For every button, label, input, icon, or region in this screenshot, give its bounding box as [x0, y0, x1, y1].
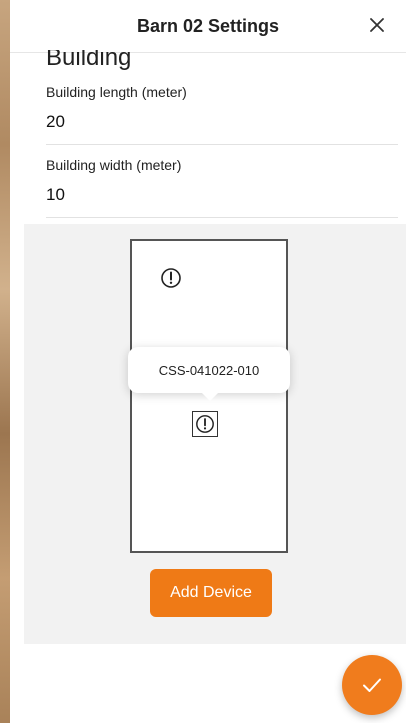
device-marker-selected[interactable]: [192, 411, 218, 437]
building-width-input[interactable]: 10: [46, 185, 396, 205]
page-title: Barn 02 Settings: [136, 16, 280, 36]
checkmark-icon: [363, 678, 381, 692]
background-edge: [0, 0, 10, 723]
building-length-input[interactable]: 20: [46, 112, 396, 132]
building-width-label: Building width (meter): [46, 157, 182, 173]
barn-layout-panel: CSS-041022-010 Add Device: [24, 224, 406, 644]
device-id-label: CSS-041022-010: [158, 362, 260, 378]
alert-icon: [196, 415, 214, 433]
building-length-label: Building length (meter): [46, 84, 187, 100]
divider: [46, 217, 398, 218]
building-width-field[interactable]: Building width (meter) 10: [46, 157, 398, 218]
device-marker[interactable]: [158, 265, 184, 291]
close-icon: [370, 18, 384, 32]
tooltip-arrow: [202, 393, 218, 401]
close-button[interactable]: [366, 14, 388, 36]
building-length-field[interactable]: Building length (meter) 20: [46, 84, 398, 145]
settings-sheet: Barn 02 Settings Building Building lengt…: [10, 0, 406, 723]
device-tooltip: CSS-041022-010: [128, 347, 290, 401]
divider: [46, 144, 398, 145]
confirm-button[interactable]: [342, 655, 402, 715]
alert-icon: [161, 268, 181, 288]
sheet-header: Barn 02 Settings: [10, 0, 406, 53]
add-device-button[interactable]: Add Device: [150, 569, 272, 617]
